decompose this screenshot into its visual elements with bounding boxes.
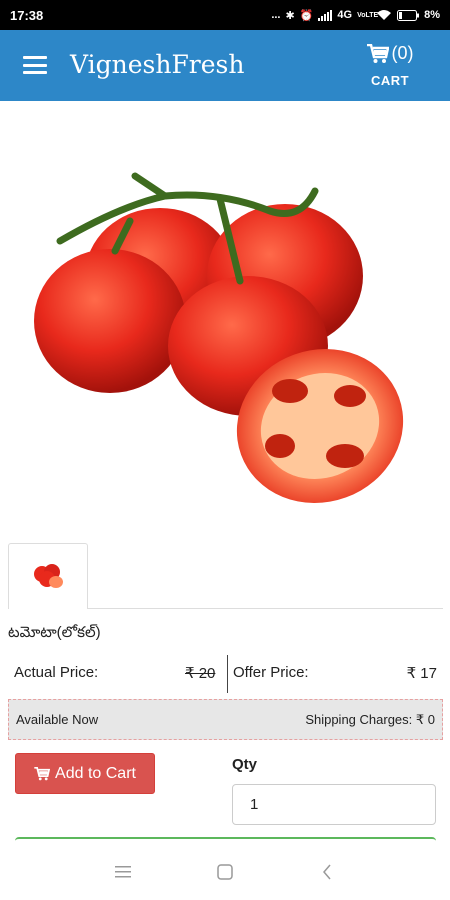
status-bar: 17:38 ... ✱ ⏰ 4G VoLTE 8% [0,0,450,30]
bluetooth-icon: ✱ [285,9,295,22]
price-divider [227,655,228,693]
nav-home-icon[interactable] [210,857,240,887]
availability-box: Available Now Shipping Charges: ₹ 0 [8,699,443,740]
qty-label: Qty [232,756,258,773]
nav-back-icon[interactable] [312,857,342,887]
cart-icon [34,766,51,780]
tab-divider [88,608,443,609]
wifi-icon [377,10,392,20]
brand-title[interactable]: VigneshFresh [70,50,244,79]
battery-level: 8% [424,9,440,21]
cart-count: (0) [391,43,414,63]
system-nav-bar [0,843,450,900]
network-type: 4G [337,9,353,21]
app-header: VigneshFresh (0) CART [0,30,450,101]
nav-menu-icon[interactable] [108,857,138,887]
status-dots: ... [271,9,281,21]
product-image [0,101,450,541]
status-time: 17:38 [10,7,44,23]
shipping-charges: Shipping Charges: ₹ 0 [305,712,435,727]
price-row: Actual Price: ₹ 20 Offer Price: ₹ 17 [8,655,443,693]
cart-button[interactable]: (0) CART [360,43,420,88]
offer-price-value: ₹ 17 [406,665,437,682]
actual-price-value: ₹ 20 [185,665,216,682]
cart-label: CART [370,73,410,88]
product-name: టమోటా(లోకల్) [8,624,101,641]
volte-badge: VoLTE [357,11,379,19]
availability-status: Available Now [16,712,99,727]
add-to-cart-button[interactable]: Add to Cart [15,753,155,794]
qty-input[interactable] [232,784,436,825]
product-thumbnail[interactable] [8,543,88,609]
status-icons: ... ✱ ⏰ 4G VoLTE 8% [271,9,440,22]
actual-price-label: Actual Price: [14,664,99,681]
menu-icon[interactable] [23,56,47,74]
battery-icon [397,9,420,21]
cart-icon [366,43,389,63]
alarm-icon: ⏰ [299,9,314,22]
add-to-cart-label: Add to Cart [55,764,136,782]
signal-icon [318,9,333,21]
offer-price-label: Offer Price: [233,664,309,681]
